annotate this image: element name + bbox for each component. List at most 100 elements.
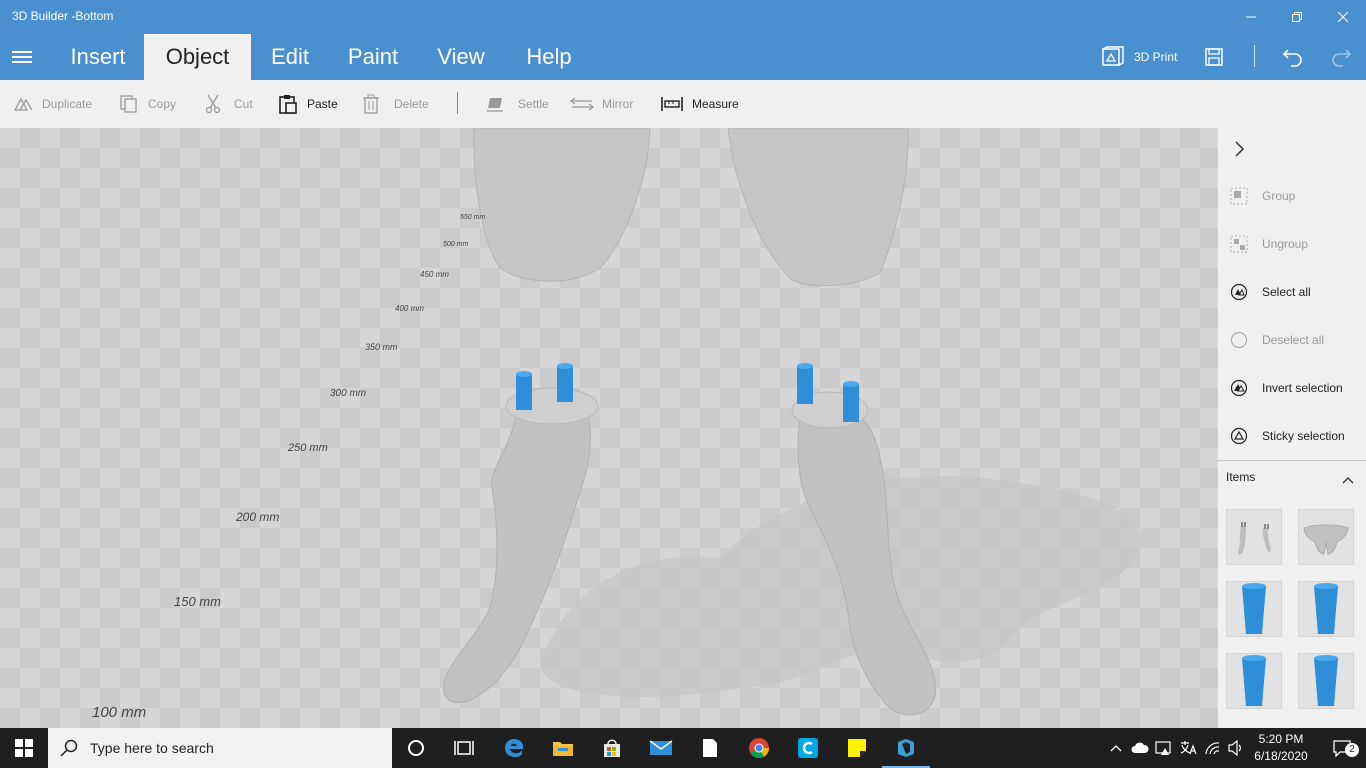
cloud-icon [1131,742,1149,753]
invert-selection-icon [1230,379,1248,397]
sticky-selection-button[interactable]: Sticky selection [1218,412,1366,460]
mirror-button[interactable]: Mirror [570,80,633,128]
pin-right-1[interactable] [797,363,813,404]
menu-bar: Insert Object Edit Paint View Help 3D Pr… [0,34,1366,80]
cut-button[interactable]: Cut [204,80,253,128]
ruler-label: 500 mm [443,241,469,248]
3d-builder-icon [898,739,914,757]
duplicate-button[interactable]: Duplicate [12,80,92,128]
restore-button[interactable] [1274,0,1320,34]
menu-separator [1254,45,1255,67]
search-icon [60,739,78,757]
selection-side-panel: Group Ungroup Select all Deselect all In… [1218,128,1366,728]
windows-logo-icon [15,739,33,757]
start-button[interactable] [0,728,48,768]
network-warning-icon [1155,741,1171,755]
pin-left-1[interactable] [516,371,532,410]
tab-object[interactable]: Object [144,34,251,80]
ruler-label: 300 mm [330,388,367,399]
object-toolbar: Duplicate Copy Cut Paste Delete Settle M… [0,80,1366,128]
paste-label: Paste [307,97,338,111]
show-hidden-icons-button[interactable] [1104,728,1128,768]
collapse-items-button[interactable] [1342,472,1354,490]
paste-button[interactable]: Paste [277,80,338,128]
save-button[interactable] [1204,34,1224,80]
item-thumbnail-pin[interactable] [1298,653,1354,709]
chevron-up-icon [1110,745,1122,752]
mirror-label: Mirror [602,97,634,111]
close-button[interactable] [1320,0,1366,34]
ruler-label: 450 mm [420,270,449,279]
document-icon [703,739,717,757]
sticky-note-icon [848,739,866,757]
chevron-right-icon [1235,141,1245,157]
invert-selection-label: Invert selection [1262,381,1343,395]
task-view-button[interactable] [440,728,488,768]
pin-left-2[interactable] [557,363,573,402]
pin-right-2[interactable] [843,381,859,422]
tab-paint[interactable]: Paint [335,34,411,80]
action-center-button[interactable]: 2 [1318,728,1366,768]
ruler-label: 100 mm [92,704,147,721]
group-label: Group [1262,189,1296,203]
delete-button[interactable]: Delete [362,80,429,128]
item-thumbnail-pin[interactable] [1226,581,1282,637]
undo-button[interactable] [1282,34,1304,80]
settle-button[interactable]: Settle [486,80,549,128]
3d-print-icon [1102,46,1124,66]
edge-browser-button[interactable] [490,728,538,768]
volume-button[interactable] [1224,728,1248,768]
duplicate-label: Duplicate [42,97,93,111]
select-all-button[interactable]: Select all [1218,268,1366,316]
clock-time: 5:20 PM [1258,732,1304,746]
tab-insert[interactable]: Insert [52,34,144,80]
chrome-button[interactable] [735,728,783,768]
collapse-panel-button[interactable] [1232,140,1246,163]
ungroup-button[interactable]: Ungroup [1218,220,1366,268]
invert-selection-button[interactable]: Invert selection [1218,364,1366,412]
clock-button[interactable]: 5:20 PM 6/18/2020 [1250,728,1312,768]
ruler-label: 150 mm [174,594,221,609]
title-bar: 3D Builder -Bottom [0,0,1366,34]
copy-label: Copy [148,97,177,111]
measure-button[interactable]: Measure [660,80,739,128]
mail-button[interactable] [637,728,685,768]
onedrive-tray-button[interactable] [1128,728,1152,768]
deselect-all-button[interactable]: Deselect all [1218,316,1366,364]
item-thumbnail-bottom[interactable] [1298,509,1354,565]
file-explorer-button[interactable] [539,728,587,768]
wifi-icon [1205,742,1220,755]
3d-print-label: 3D Print [1134,50,1178,64]
c-app-button[interactable] [784,728,832,768]
group-button[interactable]: Group [1218,172,1366,220]
tab-view[interactable]: View [425,34,497,80]
clipboard-icon [279,95,297,114]
sticky-notes-button[interactable] [833,728,881,768]
tab-help[interactable]: Help [512,34,586,80]
ruler-label: 200 mm [236,510,280,524]
3d-print-button[interactable]: 3D Print [1100,34,1177,80]
redo-icon [1332,49,1352,67]
wifi-button[interactable] [1200,728,1224,768]
item-thumbnail-pin[interactable] [1226,653,1282,709]
item-thumbnail-boots[interactable] [1226,509,1282,565]
input-method-button[interactable] [1176,728,1200,768]
hamburger-menu-icon[interactable] [12,48,32,66]
measure-label: Measure [692,97,739,111]
3d-builder-taskbar-button[interactable] [882,728,930,768]
item-thumbnail-pin[interactable] [1298,581,1354,637]
redo-button[interactable] [1330,34,1352,80]
items-header: Items [1226,470,1256,484]
speaker-icon [1228,740,1241,756]
notepad-button[interactable] [686,728,734,768]
network-status-button[interactable] [1152,728,1176,768]
ruler-label: 250 mm [288,442,328,454]
3d-viewport[interactable]: 550 mm 500 mm 450 mm 400 mm 350 mm 300 m… [0,128,1218,728]
minimize-button[interactable] [1228,0,1274,34]
copy-button[interactable]: Copy [118,80,176,128]
taskbar-search-box[interactable]: Type here to search [48,728,392,768]
tab-edit[interactable]: Edit [256,34,324,80]
ruler-label: 550 mm [460,214,486,221]
cortana-button[interactable] [392,728,440,768]
microsoft-store-button[interactable] [588,728,636,768]
